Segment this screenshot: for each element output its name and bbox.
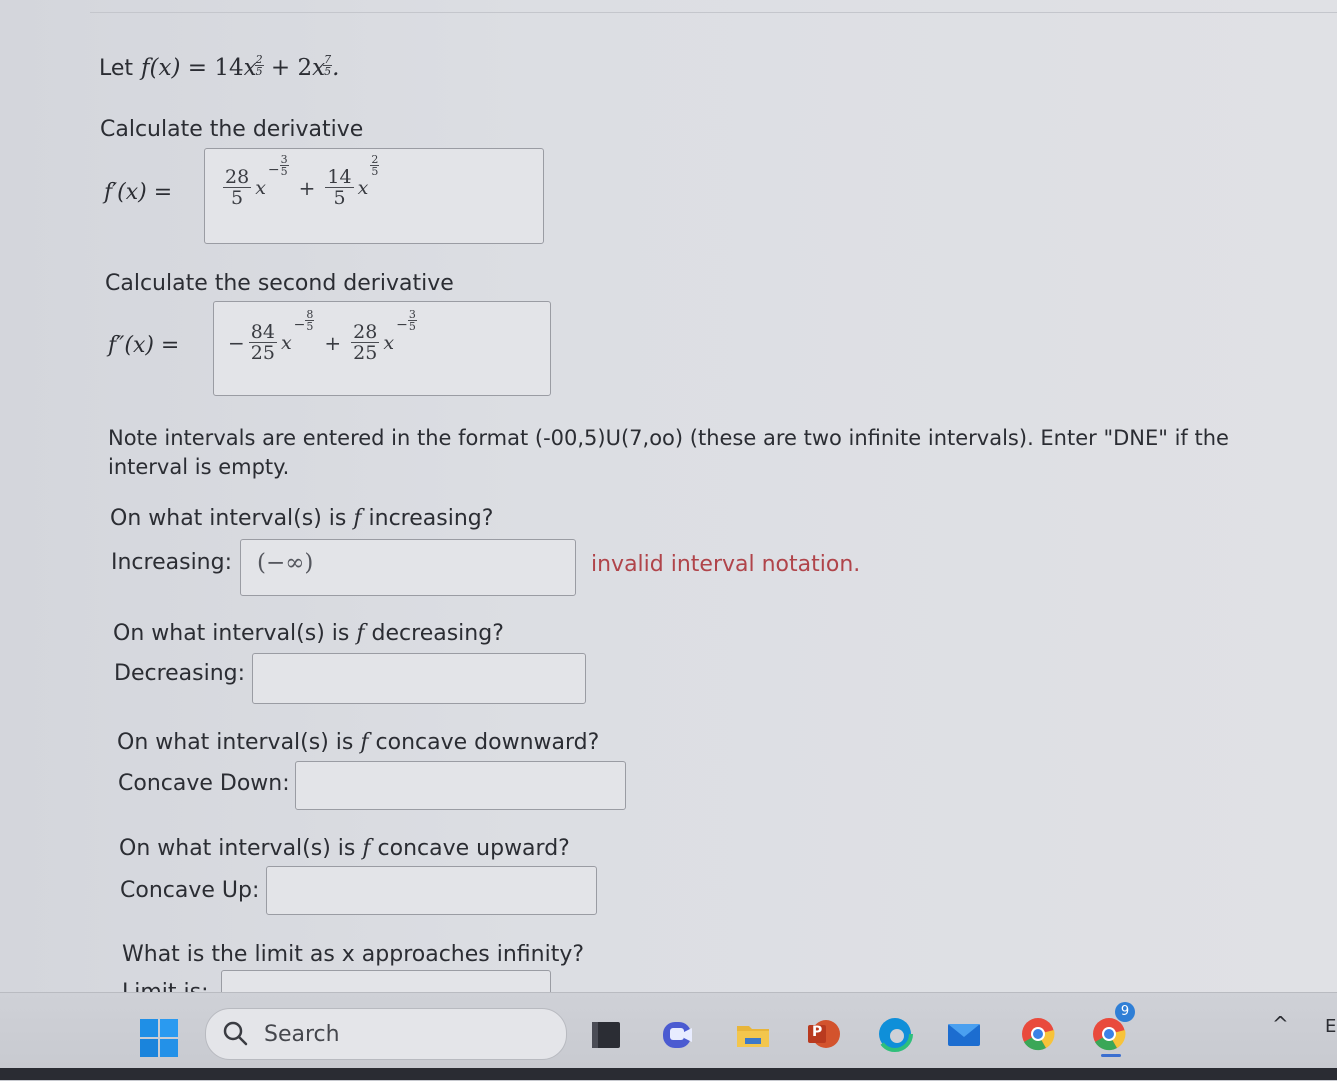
concave-up-label: Concave Up:: [120, 878, 260, 903]
second-derivative-term2-exponent: − 35: [396, 307, 417, 333]
second-derivative-term1-coef: 84 25: [248, 321, 277, 364]
derivative-expression: 28 5 x − 35 + 14 5 x 25: [223, 154, 380, 209]
decreasing-question: On what interval(s) is f decreasing?: [113, 621, 504, 646]
derivative-term2-var: x: [357, 176, 369, 199]
increasing-label: Increasing:: [111, 550, 232, 575]
concave-up-input[interactable]: [266, 866, 597, 915]
second-derivative-term1-var: x: [280, 331, 292, 354]
function-name: f: [141, 55, 150, 81]
second-derivative-answer-field[interactable]: − 84 25 x − 85 + 28 25 x − 35: [213, 301, 551, 396]
decreasing-label: Decreasing:: [114, 661, 246, 686]
mail-icon[interactable]: [946, 1016, 982, 1052]
second-derivative-plus: +: [324, 330, 342, 355]
increasing-input[interactable]: (−∞): [240, 539, 576, 596]
edge-icon[interactable]: [877, 1016, 913, 1052]
powerpoint-letter: P: [812, 1024, 823, 1040]
limit-question: What is the limit as x approaches infini…: [122, 942, 585, 967]
file-explorer-dark-icon[interactable]: [588, 1016, 624, 1052]
derivative-plus: +: [298, 175, 316, 200]
powerpoint-icon[interactable]: P: [806, 1016, 842, 1052]
second-derivative-term2-coef: 28 25: [351, 321, 380, 364]
page-divider: [90, 12, 1337, 13]
limit-label: Limit is:: [122, 980, 209, 992]
second-derivative-term1-exponent: − 85: [293, 307, 315, 333]
increasing-question: On what interval(s) is f increasing?: [110, 506, 494, 531]
teams-icon[interactable]: [661, 1016, 697, 1052]
exponent-1: 25: [254, 53, 264, 78]
interval-format-note: Note intervals are entered in the format…: [108, 424, 1318, 482]
function-definition: f(x) = 14x 2 5 + 2x 7 5.: [141, 53, 340, 81]
derivative-answer-field[interactable]: 28 5 x − 35 + 14 5 x 25: [204, 148, 544, 244]
chrome-profile-icon[interactable]: 9: [1091, 1002, 1135, 1052]
chrome-notification-badge: 9: [1115, 1002, 1135, 1022]
increasing-error-message: invalid interval notation.: [591, 552, 861, 577]
derivative-prompt: Calculate the derivative: [100, 117, 364, 142]
increasing-value: (−∞): [257, 550, 314, 576]
search-icon: [222, 1020, 250, 1048]
concave-down-input[interactable]: [295, 761, 626, 810]
coef-1: 14: [214, 55, 244, 81]
search-placeholder: Search: [264, 1021, 340, 1047]
taskbar-search-box[interactable]: Search: [205, 1008, 567, 1060]
derivative-label: f′(x) =: [104, 180, 173, 205]
start-icon[interactable]: [139, 1018, 179, 1058]
second-derivative-expression: − 84 25 x − 85 + 28 25 x − 35: [228, 309, 417, 364]
derivative-term2-exponent: 25: [370, 153, 380, 178]
concave-down-label: Concave Down:: [118, 771, 290, 796]
browser-page: Let f(x) = 14x 2 5 + 2x 7 5. Calculate the d…: [0, 0, 1337, 992]
screen-bottom-edge: [0, 1068, 1337, 1080]
note-line-1: Note intervals are entered in the format…: [108, 426, 1229, 450]
limit-input[interactable]: [221, 970, 551, 992]
second-derivative-label: f″(x) =: [108, 333, 180, 358]
exponent-2: 75: [323, 53, 333, 78]
concave-up-question: On what interval(s) is f concave upward?: [119, 836, 570, 861]
decreasing-input[interactable]: [252, 653, 586, 704]
chrome-icon[interactable]: [1020, 1016, 1056, 1052]
folder-icon[interactable]: [735, 1016, 771, 1052]
problem-statement: Let f(x) = 14x 2 5 + 2x 7 5.: [99, 53, 340, 89]
coef-2: 2: [297, 55, 313, 81]
concave-down-question: On what interval(s) is f concave downwar…: [117, 730, 600, 755]
derivative-term2-coef: 14 5: [325, 166, 354, 209]
derivative-term1-coef: 28 5: [223, 166, 252, 209]
derivative-term1-exponent: − 35: [267, 152, 289, 178]
note-line-2: interval is empty.: [108, 455, 290, 479]
second-derivative-lead-sign: −: [228, 330, 245, 355]
second-derivative-prompt: Calculate the second derivative: [105, 271, 454, 296]
tray-language-text[interactable]: E: [1325, 1016, 1336, 1037]
tray-chevron-icon[interactable]: ^: [1272, 1012, 1289, 1036]
let-prefix: Let: [99, 56, 134, 81]
derivative-term1-var: x: [255, 176, 266, 199]
second-derivative-term2-var: x: [383, 331, 395, 354]
active-app-indicator: [1101, 1054, 1121, 1057]
